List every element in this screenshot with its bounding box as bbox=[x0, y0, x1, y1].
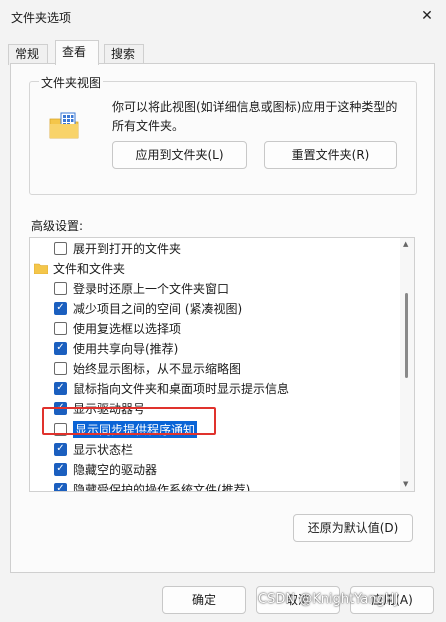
annotation-highlight-box bbox=[42, 407, 216, 435]
list-item[interactable]: ✓ 隐藏空的驱动器 bbox=[54, 459, 414, 479]
folder-view-legend: 文件夹视图 bbox=[39, 74, 104, 91]
list-item-label: 使用复选框以选择项 bbox=[73, 321, 182, 336]
tab-view[interactable]: 查看 bbox=[55, 40, 99, 65]
list-category: 文件和文件夹 bbox=[34, 258, 404, 278]
list-item[interactable]: ✓ 减少项目之间的空间 (紧凑视图) bbox=[54, 298, 414, 318]
folder-icon bbox=[34, 263, 48, 274]
list-item-label: 鼠标指向文件夹和桌面项时显示提示信息 bbox=[73, 381, 290, 396]
list-item-label: 使用共享向导(推荐) bbox=[73, 341, 179, 356]
watermark: CSDN @KnightYangHJ bbox=[258, 592, 399, 607]
folder-view-icon bbox=[49, 112, 79, 139]
checkbox[interactable] bbox=[54, 361, 67, 375]
folder-view-group: 文件夹视图 你可以将此视图(如详细信息或图标)应用于这种类型的所有文件夹。 应用… bbox=[29, 74, 417, 195]
list-item[interactable]: ✓ 显示状态栏 bbox=[54, 439, 414, 459]
tab-panel-view: 文件夹视图 你可以将此视图(如详细信息或图标)应用于这种类型的所有文件夹。 应用… bbox=[10, 63, 435, 573]
list-item[interactable]: ✓ 使用共享向导(推荐) bbox=[54, 338, 414, 358]
checkbox-checked[interactable]: ✓ bbox=[54, 462, 67, 476]
list-item-label: 显示状态栏 bbox=[73, 442, 134, 457]
folder-view-description: 你可以将此视图(如详细信息或图标)应用于这种类型的所有文件夹。 bbox=[112, 100, 398, 133]
vertical-scrollbar[interactable]: ▲ ▼ bbox=[400, 238, 414, 491]
list-category-label: 文件和文件夹 bbox=[53, 261, 126, 276]
close-button[interactable]: ✕ bbox=[408, 0, 446, 32]
scrollbar-thumb[interactable] bbox=[405, 293, 408, 378]
list-item[interactable]: ✓ 隐藏受保护的操作系统文件(推荐) bbox=[54, 479, 414, 492]
list-item-label: 隐藏受保护的操作系统文件(推荐) bbox=[73, 482, 251, 492]
reset-folders-button[interactable]: 重置文件夹(R) bbox=[264, 141, 397, 169]
apply-to-folders-button[interactable]: 应用到文件夹(L) bbox=[112, 141, 247, 169]
list-item-label: 减少项目之间的空间 (紧凑视图) bbox=[73, 301, 243, 316]
tab-search[interactable]: 搜索 bbox=[104, 44, 144, 65]
checkbox-checked[interactable]: ✓ bbox=[54, 442, 67, 456]
list-item-label: 展开到打开的文件夹 bbox=[73, 241, 182, 256]
list-item[interactable]: ✓ 鼠标指向文件夹和桌面项时显示提示信息 bbox=[54, 378, 414, 398]
checkbox-checked[interactable]: ✓ bbox=[54, 482, 67, 491]
window-title: 文件夹选项 bbox=[11, 11, 72, 25]
ok-button[interactable]: 确定 bbox=[162, 586, 246, 614]
tab-general[interactable]: 常规 bbox=[8, 44, 48, 65]
advanced-settings-label: 高级设置: bbox=[31, 219, 84, 233]
list-item[interactable]: 展开到打开的文件夹 bbox=[54, 238, 414, 258]
list-item-label: 隐藏空的驱动器 bbox=[73, 462, 158, 477]
checkbox[interactable] bbox=[54, 281, 67, 295]
list-item[interactable]: 始终显示图标，从不显示缩略图 bbox=[54, 358, 414, 378]
restore-defaults-button[interactable]: 还原为默认值(D) bbox=[293, 514, 413, 542]
list-item[interactable]: 登录时还原上一个文件夹窗口 bbox=[54, 278, 414, 298]
scroll-up-icon[interactable]: ▲ bbox=[403, 240, 408, 248]
title-bar: 文件夹选项 ✕ bbox=[0, 0, 446, 36]
checkbox[interactable] bbox=[54, 241, 67, 255]
list-item[interactable]: 使用复选框以选择项 bbox=[54, 318, 414, 338]
checkbox[interactable] bbox=[54, 321, 67, 335]
checkbox-checked[interactable]: ✓ bbox=[54, 341, 67, 355]
scroll-down-icon[interactable]: ▼ bbox=[403, 480, 408, 488]
checkbox-checked[interactable]: ✓ bbox=[54, 301, 67, 315]
advanced-settings-list[interactable]: 展开到打开的文件夹 文件和文件夹 登录时还原上一个文件夹窗口 ✓ 减少项目之间的… bbox=[29, 237, 415, 492]
checkbox-checked[interactable]: ✓ bbox=[54, 381, 67, 395]
list-item-label: 始终显示图标，从不显示缩略图 bbox=[73, 361, 242, 376]
list-item-label: 登录时还原上一个文件夹窗口 bbox=[73, 281, 230, 296]
